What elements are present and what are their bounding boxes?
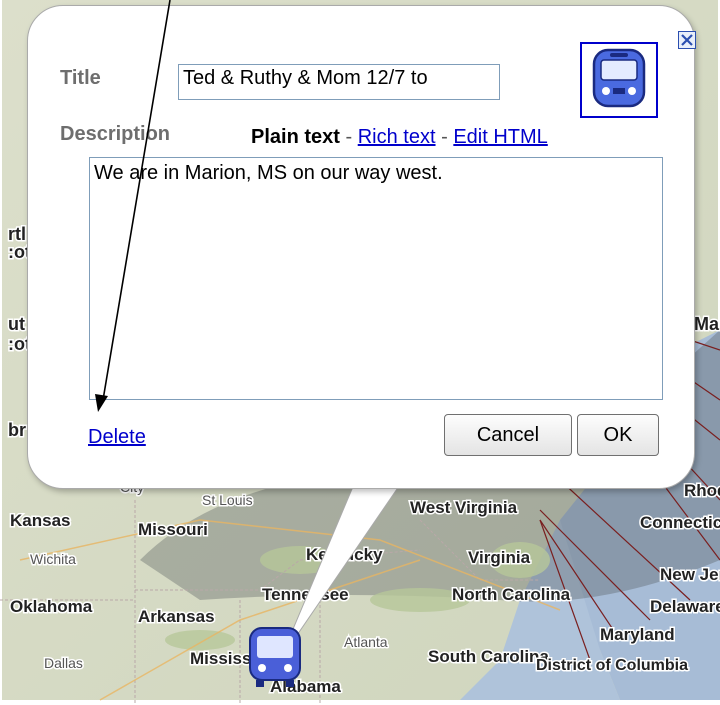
title-input[interactable]: Ted & Ruthy & Mom 12/7 to	[178, 64, 500, 100]
edit-placemark-dialog: Title Ted & Ruthy & Mom 12/7 to Descript…	[27, 5, 696, 489]
delete-link[interactable]: Delete	[88, 426, 146, 449]
map-label-partial-5: br	[8, 420, 26, 440]
mode-separator: -	[441, 126, 448, 148]
title-label: Title	[60, 67, 101, 89]
description-label: Description	[60, 123, 171, 145]
map-label-partial-1: rtl	[8, 224, 26, 244]
ok-button[interactable]: OK	[577, 414, 659, 456]
mode-separator: -	[345, 126, 353, 148]
placemark-icon-picker[interactable]	[580, 42, 658, 118]
cancel-button[interactable]: Cancel	[444, 414, 572, 456]
mode-edit-html-link[interactable]: Edit HTML	[453, 126, 547, 148]
bus-icon	[592, 48, 646, 108]
map-label-partial-3: ut	[8, 314, 25, 334]
close-button[interactable]	[678, 31, 696, 49]
description-textarea[interactable]: We are in Marion, MS on our way west.	[89, 157, 663, 400]
mode-plain-text: Plain text	[251, 126, 340, 148]
mode-rich-text-link[interactable]: Rich text	[358, 126, 436, 148]
map-label-partial-6: Mai	[694, 314, 720, 334]
close-icon	[681, 34, 693, 46]
description-mode-bar: Plain text - Rich text - Edit HTML	[251, 126, 548, 149]
